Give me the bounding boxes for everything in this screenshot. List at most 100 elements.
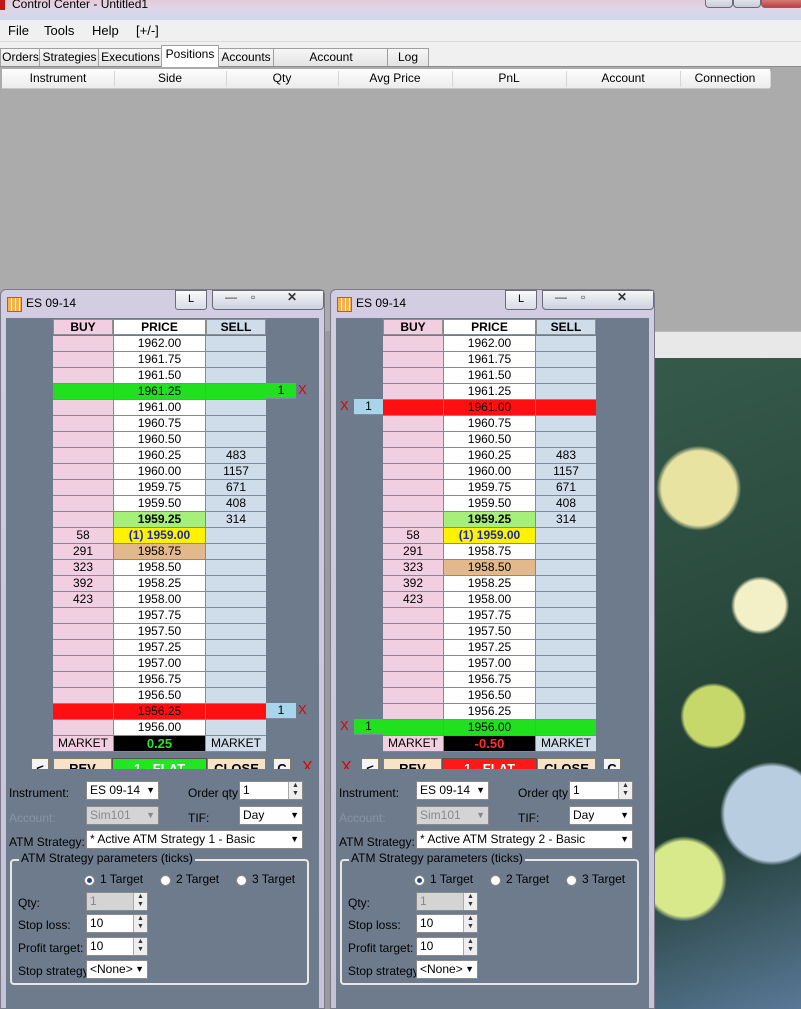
tab-log[interactable]: Log (387, 48, 429, 67)
ask-size-cell[interactable] (206, 368, 266, 384)
spinner-arrows-icon[interactable]: ▲ ▼ (463, 938, 477, 955)
close-icon[interactable]: ✕ (287, 290, 297, 304)
stop-loss-stepper[interactable]: 10 ▲ ▼ (86, 914, 148, 933)
bid-size-cell[interactable] (383, 496, 443, 512)
atm-strategy-select[interactable]: * Active ATM Strategy 2 - Basic ▼ (416, 830, 633, 849)
spinner-arrows-icon[interactable]: ▲ ▼ (288, 782, 302, 799)
tab-strategies[interactable]: Strategies (39, 48, 100, 67)
ask-size-cell[interactable] (206, 688, 266, 704)
window-titlebar[interactable]: Control Center - Untitled1 (0, 0, 801, 20)
price-cell[interactable]: 1961.25 (113, 384, 206, 400)
bid-size-cell[interactable] (383, 464, 443, 480)
price-cell[interactable]: 1960.75 (113, 416, 206, 432)
price-cell[interactable]: 1957.75 (113, 608, 206, 624)
market-sell-button[interactable]: MARKET (206, 736, 266, 752)
bid-size-cell[interactable] (53, 336, 113, 352)
spinner-arrows-icon[interactable]: ▲ ▼ (133, 915, 147, 932)
price-cell[interactable]: 1959.50 (113, 496, 206, 512)
ask-size-cell[interactable]: 314 (206, 512, 266, 528)
ask-size-cell[interactable] (206, 416, 266, 432)
price-cell[interactable]: 1956.75 (443, 672, 536, 688)
ask-size-cell[interactable] (206, 576, 266, 592)
ask-size-cell[interactable] (536, 336, 596, 352)
bid-size-cell[interactable]: 392 (53, 576, 113, 592)
market-buy-button[interactable]: MARKET (383, 736, 443, 752)
target-option-label[interactable]: 3 Target (582, 872, 625, 886)
bid-size-cell[interactable]: 291 (53, 544, 113, 560)
col-connection[interactable]: Connection (680, 71, 771, 87)
bid-size-cell[interactable] (53, 640, 113, 656)
ask-size-cell[interactable] (536, 720, 596, 736)
bid-size-cell[interactable] (383, 512, 443, 528)
bid-size-cell[interactable] (383, 720, 443, 736)
ask-size-cell[interactable] (536, 608, 596, 624)
price-cell[interactable]: 1961.50 (113, 368, 206, 384)
cancel-order-icon[interactable]: X (298, 382, 307, 397)
bid-size-cell[interactable] (383, 672, 443, 688)
price-cell[interactable]: 1961.75 (113, 352, 206, 368)
menu-help[interactable]: Help (92, 23, 119, 38)
bid-size-cell[interactable]: 392 (383, 576, 443, 592)
market-buy-button[interactable]: MARKET (53, 736, 113, 752)
ask-size-cell[interactable] (536, 400, 596, 416)
minimize-button[interactable] (705, 0, 733, 8)
maximize-icon[interactable]: ▫ (251, 290, 255, 304)
bid-size-cell[interactable]: 423 (383, 592, 443, 608)
superdom-window-1[interactable]: ES 09-14 L — ▫ ✕ BUY PRICE SELL 1962.00 1961.75 19… (0, 289, 325, 1009)
price-cell[interactable]: 1961.50 (443, 368, 536, 384)
bid-size-cell[interactable] (53, 624, 113, 640)
price-cell[interactable]: 1960.25 (113, 448, 206, 464)
bid-size-cell[interactable] (383, 336, 443, 352)
price-cell[interactable]: 1961.00 (113, 400, 206, 416)
col-qty[interactable]: Qty (226, 71, 339, 87)
price-cell[interactable]: 1956.25 (113, 704, 206, 720)
ask-size-cell[interactable] (536, 704, 596, 720)
ask-size-cell[interactable] (206, 400, 266, 416)
ask-size-cell[interactable] (536, 624, 596, 640)
price-cell[interactable]: 1958.25 (113, 576, 206, 592)
price-cell[interactable]: 1959.75 (113, 480, 206, 496)
price-cell[interactable]: 1959.25 (443, 512, 536, 528)
price-cell[interactable]: 1962.00 (443, 336, 536, 352)
tif-select[interactable]: Day ▼ (239, 806, 303, 825)
lock-button[interactable]: L (175, 290, 207, 310)
cancel-order-icon[interactable]: X (340, 398, 349, 413)
maximize-button[interactable] (733, 0, 761, 8)
col-avg-price[interactable]: Avg Price (338, 71, 453, 87)
cancel-order-icon[interactable]: X (298, 702, 307, 717)
ask-size-cell[interactable] (206, 384, 266, 400)
instrument-select[interactable]: ES 09-14 ▼ (86, 781, 159, 800)
ask-size-cell[interactable] (206, 608, 266, 624)
price-cell[interactable]: (1) 1959.00 (113, 528, 206, 544)
superdom-window-2[interactable]: ES 09-14 L — ▫ ✕ BUY PRICE SELL 1962.00 1961.75 19… (330, 289, 655, 1009)
profit-target-stepper[interactable]: 10 ▲ ▼ (416, 937, 478, 956)
bid-size-cell[interactable] (53, 416, 113, 432)
price-cell[interactable]: 1956.50 (443, 688, 536, 704)
ask-size-cell[interactable] (206, 336, 266, 352)
bid-size-cell[interactable]: 58 (53, 528, 113, 544)
price-cell[interactable]: 1960.25 (443, 448, 536, 464)
spinner-arrows-icon[interactable]: ▲ ▼ (463, 915, 477, 932)
target-radio[interactable] (566, 875, 577, 886)
bid-size-cell[interactable] (53, 464, 113, 480)
bid-size-cell[interactable] (53, 608, 113, 624)
bid-size-cell[interactable] (53, 480, 113, 496)
working-order-qty[interactable]: 1 (354, 719, 383, 735)
stop-loss-stepper[interactable]: 10 ▲ ▼ (416, 914, 478, 933)
ask-size-cell[interactable]: 1157 (536, 464, 596, 480)
price-cell[interactable]: 1961.00 (443, 400, 536, 416)
price-cell[interactable]: 1958.25 (443, 576, 536, 592)
bid-size-cell[interactable] (383, 448, 443, 464)
ask-size-cell[interactable] (536, 544, 596, 560)
bid-size-cell[interactable] (383, 384, 443, 400)
target-option-label[interactable]: 1 Target (100, 872, 143, 886)
working-order-qty[interactable]: 1 (354, 399, 383, 415)
col-instrument[interactable]: Instrument (2, 71, 115, 87)
ask-size-cell[interactable] (536, 384, 596, 400)
ask-size-cell[interactable]: 408 (536, 496, 596, 512)
bid-size-cell[interactable] (53, 704, 113, 720)
ask-size-cell[interactable]: 671 (536, 480, 596, 496)
ask-size-cell[interactable] (206, 592, 266, 608)
price-cell[interactable]: 1962.00 (113, 336, 206, 352)
price-cell[interactable]: 1956.75 (113, 672, 206, 688)
